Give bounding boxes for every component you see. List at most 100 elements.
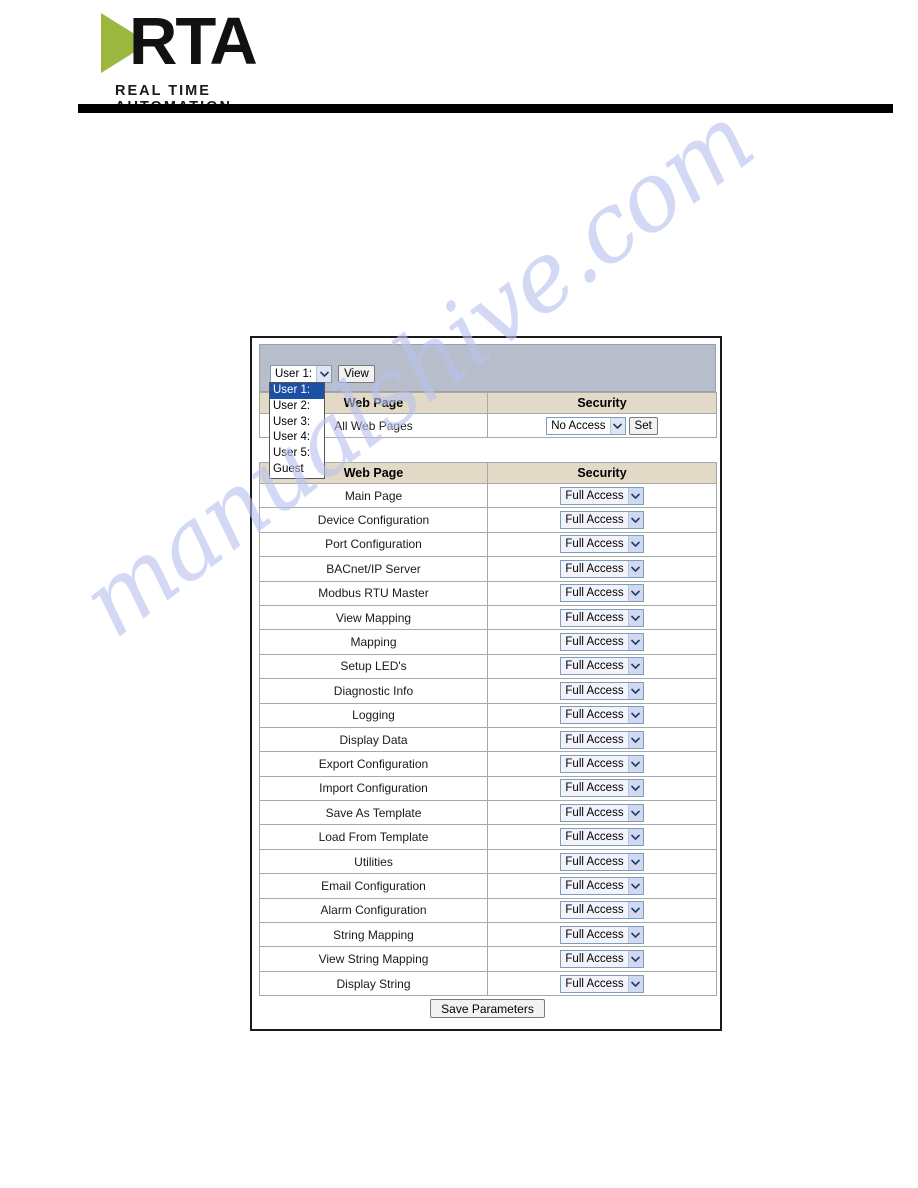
security-select-value: Full Access (565, 904, 624, 917)
security-select[interactable]: Full Access (560, 828, 644, 847)
security-select-value: Full Access (565, 684, 624, 697)
user-select-value: User 1: (275, 368, 313, 380)
security-select-value: Full Access (565, 611, 624, 624)
chevron-down-icon[interactable] (627, 877, 643, 894)
web-page-name-cell: Import Configuration (259, 775, 488, 802)
security-select-value: Full Access (565, 709, 624, 722)
chevron-down-icon[interactable] (609, 417, 625, 434)
security-select[interactable]: Full Access (560, 974, 644, 993)
table-row: String Mapping Full Access (259, 922, 717, 948)
security-cell: Full Access (487, 824, 717, 850)
security-select-value: Full Access (565, 514, 624, 527)
table-row: View Mapping Full Access (259, 604, 717, 631)
all-web-pages-table: Web Page Security All Web Pages No Acces… (259, 392, 717, 439)
table-row: Main Page Full Access (259, 482, 717, 509)
security-select-value: Full Access (565, 538, 624, 551)
security-select-value: Full Access (565, 855, 624, 868)
security-select[interactable]: Full Access (560, 876, 644, 895)
chevron-down-icon[interactable] (627, 853, 643, 870)
chevron-down-icon[interactable] (627, 755, 643, 772)
web-page-name-cell: Mapping (259, 629, 488, 655)
security-select[interactable]: Full Access (560, 950, 644, 969)
chevron-down-icon[interactable] (627, 609, 643, 626)
chevron-down-icon[interactable] (627, 682, 643, 699)
dropdown-option[interactable]: User 4: (270, 430, 324, 446)
save-parameters-button[interactable]: Save Parameters (430, 999, 545, 1018)
security-cell: Full Access (487, 531, 717, 558)
dropdown-option[interactable]: User 5: (270, 446, 324, 462)
security-select-value: Full Access (565, 489, 624, 502)
security-select[interactable]: Full Access (560, 584, 644, 603)
dropdown-option[interactable]: User 2: (270, 399, 324, 415)
security-select-value: Full Access (565, 782, 624, 795)
logo-mark: RTA (101, 7, 297, 77)
chevron-down-icon[interactable] (627, 926, 643, 943)
all-web-pages-security-cell: No Access Set (487, 412, 717, 439)
security-select[interactable]: Full Access (560, 535, 644, 554)
security-select[interactable]: Full Access (560, 511, 644, 530)
set-button[interactable]: Set (628, 416, 658, 435)
all-pages-security-select[interactable]: No Access (546, 416, 626, 435)
chevron-down-icon[interactable] (627, 658, 643, 675)
security-select[interactable]: Full Access (560, 925, 644, 944)
chevron-down-icon[interactable] (627, 634, 643, 651)
security-cell: Full Access (487, 629, 717, 655)
security-select-value: Full Access (565, 831, 624, 844)
chevron-down-icon[interactable] (627, 560, 643, 577)
chevron-down-icon[interactable] (627, 731, 643, 748)
security-select[interactable]: Full Access (560, 633, 644, 652)
dropdown-option[interactable]: User 1: (270, 383, 324, 399)
chevron-down-icon[interactable] (627, 951, 643, 968)
web-page-name-cell: Save As Template (259, 800, 488, 826)
chevron-down-icon[interactable] (627, 975, 643, 992)
chevron-down-icon[interactable] (627, 487, 643, 504)
security-select-value: Full Access (565, 636, 624, 649)
security-cell: Full Access (487, 751, 717, 777)
chevron-down-icon[interactable] (627, 585, 643, 602)
dropdown-option[interactable]: User 3: (270, 415, 324, 431)
user-select[interactable]: User 1: (270, 365, 333, 383)
table-row: Setup LED's Full Access (259, 653, 717, 680)
chevron-down-icon[interactable] (316, 366, 332, 382)
table-row: Load From Template Full Access (259, 824, 717, 850)
security-select[interactable]: Full Access (560, 901, 644, 920)
security-select[interactable]: Full Access (560, 779, 644, 798)
security-select-value: Full Access (565, 562, 624, 575)
web-page-name-cell: Export Configuration (259, 751, 488, 777)
column-header-security: Security (487, 462, 717, 484)
chevron-down-icon[interactable] (627, 536, 643, 553)
web-page-name-cell: View Mapping (259, 604, 488, 631)
security-select[interactable]: Full Access (560, 803, 644, 822)
web-page-name-cell: View String Mapping (259, 946, 488, 972)
view-button[interactable]: View (338, 365, 375, 383)
security-select[interactable]: Full Access (560, 706, 644, 725)
security-cell: Full Access (487, 970, 717, 997)
security-select[interactable]: Full Access (560, 730, 644, 749)
web-page-name-cell: Setup LED's (259, 653, 488, 680)
chevron-down-icon[interactable] (627, 512, 643, 529)
security-select[interactable]: Full Access (560, 657, 644, 676)
dropdown-option[interactable]: Guest (270, 462, 324, 478)
security-select[interactable]: Full Access (560, 559, 644, 578)
chevron-down-icon[interactable] (627, 804, 643, 821)
security-select[interactable]: Full Access (560, 852, 644, 871)
user-select-dropdown-list[interactable]: User 1: User 2: User 3: User 4: User 5: … (269, 382, 325, 479)
security-cell: Full Access (487, 678, 717, 704)
chevron-down-icon[interactable] (627, 829, 643, 846)
chevron-down-icon[interactable] (627, 902, 643, 919)
security-cell: Full Access (487, 922, 717, 948)
security-select[interactable]: Full Access (560, 486, 644, 505)
chevron-down-icon[interactable] (627, 780, 643, 797)
security-select[interactable]: Full Access (560, 754, 644, 773)
security-select[interactable]: Full Access (560, 681, 644, 700)
web-page-security-table: Web Page Security Main Page Full Access De… (259, 462, 717, 997)
panel-inner: User 1: View User 1: User 2: User 3: Use… (259, 344, 717, 1024)
security-select[interactable]: Full Access (560, 608, 644, 627)
user-toolbar: User 1: View (270, 365, 375, 383)
web-page-name-cell: Diagnostic Info (259, 678, 488, 704)
web-page-name-cell: BACnet/IP Server (259, 556, 488, 582)
chevron-down-icon[interactable] (627, 707, 643, 724)
web-page-name-cell: Load From Template (259, 824, 488, 850)
security-select-value: Full Access (565, 733, 624, 746)
table-row: Save As Template Full Access (259, 800, 717, 826)
